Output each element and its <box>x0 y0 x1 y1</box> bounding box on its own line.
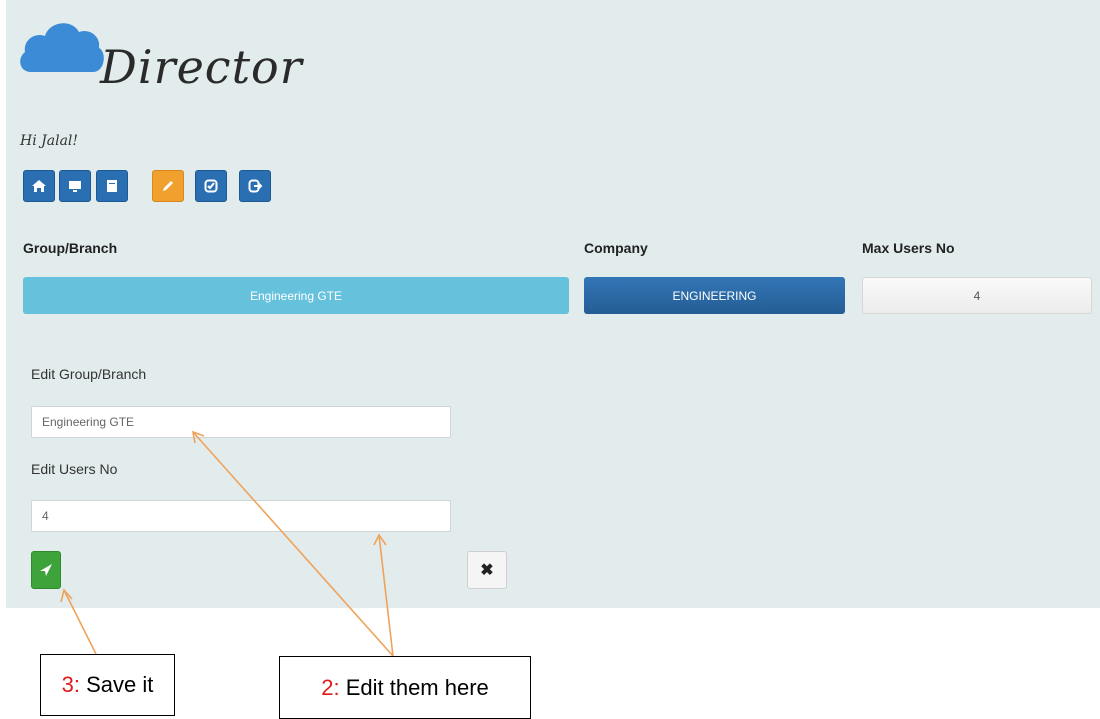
monitor-button[interactable] <box>59 170 91 202</box>
cancel-button[interactable]: ✖ <box>467 551 507 589</box>
group-branch-header: Group/Branch <box>23 240 118 256</box>
callout-edit-text: Edit them here <box>345 674 489 700</box>
edit-users-input[interactable] <box>31 500 451 532</box>
callout-save: 3: Save it <box>40 654 175 716</box>
document-button[interactable] <box>96 170 128 202</box>
close-icon: ✖ <box>480 562 494 579</box>
company-header: Company <box>584 240 648 256</box>
monitor-icon <box>69 181 81 192</box>
callout-edit: 2: Edit them here <box>279 656 531 719</box>
home-icon <box>32 180 46 192</box>
document-icon <box>107 180 117 192</box>
greeting-text: Hi Jalal! <box>20 133 79 149</box>
edit-group-input[interactable] <box>31 406 451 438</box>
cloud-logo-icon <box>20 23 104 72</box>
edit-button[interactable] <box>152 170 184 202</box>
group-branch-value: Engineering GTE <box>23 277 569 314</box>
edit-group-label: Edit Group/Branch <box>31 366 147 382</box>
checklist-icon <box>204 179 218 193</box>
save-button[interactable] <box>31 551 61 589</box>
send-icon <box>40 564 52 576</box>
max-users-value: 4 <box>862 277 1092 314</box>
logo-text: Director <box>100 40 303 94</box>
callout-edit-number: 2: <box>321 674 340 700</box>
logout-icon <box>248 179 263 193</box>
checklist-button[interactable] <box>195 170 227 202</box>
callout-save-number: 3: <box>61 672 80 697</box>
company-value: ENGINEERING <box>584 277 845 314</box>
home-button[interactable] <box>23 170 55 202</box>
logout-button[interactable] <box>239 170 271 202</box>
callout-save-text: Save it <box>86 672 154 697</box>
edit-users-label: Edit Users No <box>31 461 118 477</box>
pencil-icon <box>163 181 173 191</box>
max-users-header: Max Users No <box>862 240 955 256</box>
